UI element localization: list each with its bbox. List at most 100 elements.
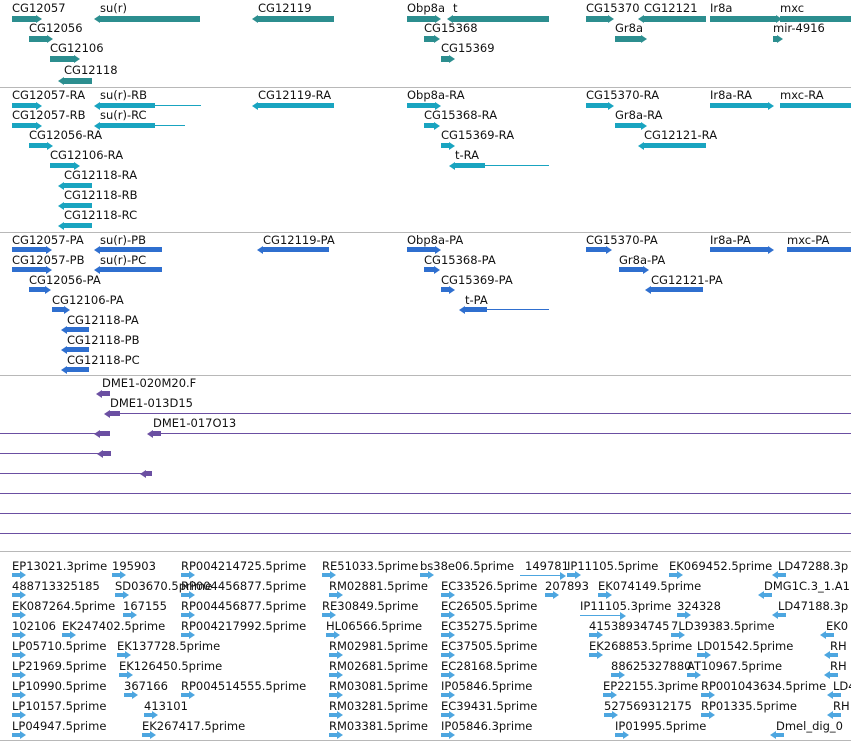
feature-bar <box>619 267 643 272</box>
feature-label: mir-4916 <box>773 21 825 35</box>
intron-line <box>0 433 100 434</box>
arrow-right-icon <box>679 631 685 639</box>
feature-bar <box>67 367 89 372</box>
feature-bar <box>465 307 487 312</box>
arrow-right-icon <box>449 671 455 679</box>
feature-bar <box>615 36 641 42</box>
feature-bar <box>830 673 838 677</box>
feature-bar <box>677 613 685 617</box>
feature-label: Dmel_dig_0 <box>776 719 843 733</box>
feature-label: CG12119 <box>258 1 312 15</box>
arrow-right-icon <box>337 591 343 599</box>
feature-bar <box>29 143 47 148</box>
arrow-left-icon <box>252 101 258 110</box>
feature-label: RP004214725.5prime <box>181 559 307 573</box>
feature-label: CG12118-RB <box>64 188 138 202</box>
feature-label: CG12118-PC <box>67 353 140 367</box>
feature-bar <box>123 613 131 617</box>
arrow-right-icon <box>20 611 26 619</box>
feature-bar <box>441 653 449 657</box>
feature-bar <box>12 733 20 737</box>
arrow-left-icon <box>96 389 102 398</box>
feature-bar <box>12 593 20 597</box>
arrow-right-icon <box>643 265 649 274</box>
feature-label: 324328 <box>677 599 721 613</box>
feature-label: CG12118-PA <box>67 313 139 327</box>
feature-bar <box>644 16 706 22</box>
feature-bar <box>710 103 768 108</box>
intron-line <box>155 125 185 126</box>
arrow-right-icon <box>606 245 612 254</box>
track-separator <box>0 87 851 88</box>
intron-line <box>155 105 201 106</box>
feature-bar <box>110 411 120 416</box>
arrow-right-icon <box>705 651 711 659</box>
arrow-right-icon <box>434 121 440 130</box>
feature-label: RP004456877.5prime <box>181 599 307 613</box>
feature-bar <box>100 247 162 252</box>
intron-line <box>0 533 851 534</box>
arrow-left-icon <box>97 449 103 458</box>
arrow-right-icon <box>330 571 336 579</box>
feature-label: EC37505.5prime <box>441 639 538 653</box>
arrow-right-icon <box>606 591 612 599</box>
arrow-right-icon <box>74 55 80 63</box>
feature-bar <box>701 713 709 717</box>
feature-bar <box>329 653 337 657</box>
feature-label: RP004514555.5prime <box>181 679 307 693</box>
arrow-right-icon <box>597 651 603 659</box>
arrow-right-icon <box>777 35 783 43</box>
feature-bar <box>115 593 123 597</box>
arrow-right-icon <box>20 711 26 719</box>
feature-bar <box>29 287 45 292</box>
feature-bar <box>153 431 161 436</box>
feature-label: RM02881.5prime <box>329 579 428 593</box>
arrow-right-icon <box>189 571 195 579</box>
arrow-right-icon <box>337 731 343 739</box>
feature-bar <box>586 103 608 108</box>
feature-bar <box>326 633 334 637</box>
feature-bar <box>322 573 330 577</box>
arrow-right-icon <box>20 671 26 679</box>
arrow-left-icon <box>449 161 455 170</box>
feature-bar <box>589 653 597 657</box>
feature-label: RM03381.5prime <box>329 719 428 733</box>
feature-bar <box>62 633 70 637</box>
feature-label: CG12121 <box>644 1 698 15</box>
feature-label: 102106 <box>12 619 56 633</box>
arrow-left-icon <box>645 285 651 294</box>
feature-label: CG12056-PA <box>29 273 101 287</box>
feature-label: RP004456877.5prime <box>181 579 307 593</box>
arrow-right-icon <box>553 591 559 599</box>
arrow-left-icon <box>758 591 764 599</box>
feature-bar <box>119 673 127 677</box>
feature-label: 167155 <box>123 599 167 613</box>
feature-bar <box>329 733 337 737</box>
feature-label: DME1-013D15 <box>110 396 193 410</box>
feature-bar <box>100 123 155 128</box>
feature-label: EC33526.5prime <box>441 579 538 593</box>
track-proteins: CG12057-PA su(r)-PB CG12119-PA Obp8a-PA CG15… <box>0 232 851 375</box>
feature-label: su(r)-PB <box>100 233 146 247</box>
arrow-right-icon <box>641 35 647 43</box>
feature-label: mxc <box>780 1 805 15</box>
intron-line <box>0 473 146 474</box>
feature-bar <box>830 653 838 657</box>
feature-bar <box>64 78 92 84</box>
feature-bar <box>258 16 334 22</box>
feature-bar <box>258 103 334 108</box>
feature-label: RP01335.5prime <box>701 699 797 713</box>
feature-label: Gr8a-RA <box>615 108 663 122</box>
arrow-right-icon <box>597 631 603 639</box>
feature-label: RP004217992.5prime <box>181 619 307 633</box>
arrow-right-icon <box>449 285 455 294</box>
arrow-right-icon <box>189 691 195 699</box>
feature-label: DME1-020M20.F <box>102 376 197 390</box>
feature-bar <box>441 613 449 617</box>
feature-label: EP22155.3prime <box>603 679 699 693</box>
feature-bar <box>420 573 428 577</box>
arrow-left-icon <box>58 221 64 230</box>
feature-label: CG12118-PB <box>67 333 140 347</box>
feature-label: Obp8a-RA <box>407 88 465 102</box>
feature-label: RE30849.5prime <box>322 599 419 613</box>
